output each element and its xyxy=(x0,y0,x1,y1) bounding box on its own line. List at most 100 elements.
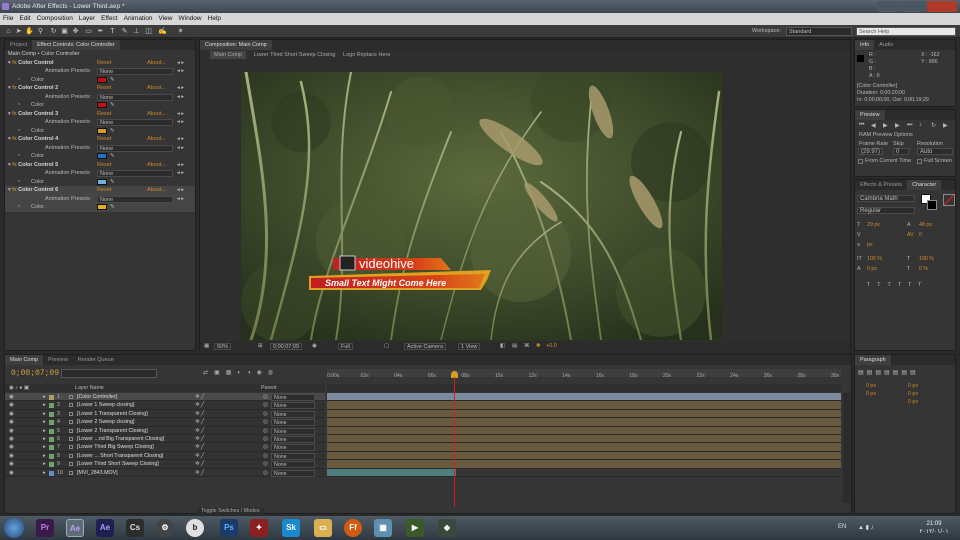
layer-name[interactable]: [Lower ...nd Big Transparent Closing] xyxy=(77,435,164,443)
layer-duration-bar[interactable] xyxy=(327,460,841,468)
expand-triangle-icon[interactable]: ▾ xyxy=(8,85,11,91)
play-icon[interactable]: ▶ xyxy=(883,122,888,129)
parent-select[interactable]: None xyxy=(271,419,315,427)
presets-select[interactable]: None xyxy=(97,119,173,126)
parent-select[interactable]: None xyxy=(271,410,315,418)
parent-pickwhip-icon[interactable]: ◎ xyxy=(263,435,268,443)
label-color-chip[interactable] xyxy=(49,436,54,442)
selection-tool-icon[interactable]: ➤ xyxy=(14,27,23,36)
resolution-select[interactable]: Full xyxy=(338,343,353,350)
layer-name[interactable]: [Lower 2 Sweep closing] xyxy=(77,418,134,426)
effect-reset-link[interactable]: Reset xyxy=(97,110,111,119)
menu-edit[interactable]: Edit xyxy=(16,13,33,25)
space-before-value[interactable]: 0 px xyxy=(908,390,918,398)
timeline-scrollbar[interactable] xyxy=(843,393,851,503)
parent-select[interactable]: None xyxy=(271,435,315,443)
effect-reset-link[interactable]: Reset xyxy=(97,135,111,144)
loop-icon[interactable]: ↻ xyxy=(931,122,936,129)
menu-window[interactable]: Window xyxy=(176,13,205,25)
snapshot-icon[interactable]: ◉ xyxy=(312,342,317,351)
fx-icon[interactable]: fx xyxy=(12,136,16,142)
eyedropper-icon[interactable]: ✎ xyxy=(110,127,115,136)
tab-main-comp[interactable]: Main Comp xyxy=(5,355,44,365)
visibility-eye-icon[interactable]: ◉ xyxy=(9,410,14,418)
layer-duration-bar[interactable] xyxy=(327,468,456,476)
nav-arrows-icon[interactable]: ◂ ▸ xyxy=(177,110,184,119)
layer-row[interactable]: ◉ ▸ 2 [Lower 1 Sweep closing] ✲ ╱ ◎ None xyxy=(5,401,325,410)
layer-name[interactable]: [Lower 2 Transparent Closing] xyxy=(77,427,148,435)
timeline-switches-icons[interactable]: ⇄▣▦◐◑◉◍ xyxy=(203,369,279,376)
firefox-taskbar-icon[interactable]: Ff xyxy=(344,519,362,537)
explorer-taskbar-icon[interactable]: ▭ xyxy=(314,519,332,537)
preset-nav-icon[interactable]: ◂ ▸ xyxy=(177,93,184,102)
eyedropper-icon[interactable]: ✎ xyxy=(110,178,115,187)
magnification-select[interactable]: 50% xyxy=(214,343,232,350)
effect-about-link[interactable]: About... xyxy=(147,161,166,170)
frame-rate-select[interactable]: (29.97) xyxy=(858,148,884,155)
layer-name-header[interactable]: Layer Name xyxy=(75,384,104,392)
time-ruler[interactable]: 0:00s 02s 04s 06s 08s 10s 12s 14s 16s 18s 20s 22s 24… xyxy=(327,373,841,383)
photoshop-taskbar-icon[interactable]: Ps xyxy=(220,519,238,537)
settings-taskbar-icon[interactable]: ⚙ xyxy=(156,519,174,537)
brush-tool-icon[interactable]: ✎ xyxy=(120,27,129,36)
layer-switches-icons[interactable]: ✲ ╱ xyxy=(195,427,204,435)
text-style-buttons[interactable]: TTTTTT xyxy=(857,280,955,290)
layer-switches-icons[interactable]: ✲ ╱ xyxy=(195,435,204,443)
prev-frame-icon[interactable]: ◀ xyxy=(871,122,876,129)
stopwatch-icon[interactable]: ◔ xyxy=(17,178,20,187)
preset-nav-icon[interactable]: ◂ ▸ xyxy=(177,195,184,204)
effect-about-link[interactable]: About... xyxy=(147,135,166,144)
indent-left-value[interactable]: 0 px xyxy=(866,382,876,390)
layer-row[interactable]: ◉ ▸ 1 [Color Controller] ✲ ╱ ◎ None xyxy=(5,393,325,402)
label-color-chip[interactable] xyxy=(49,470,54,476)
clone-stamp-tool-icon[interactable]: ⊥ xyxy=(132,27,141,36)
visibility-eye-icon[interactable]: ◉ xyxy=(9,443,14,451)
fx-icon[interactable]: fx xyxy=(12,187,16,193)
always-preview-icon[interactable]: ▦ xyxy=(204,342,209,351)
tab-audio[interactable]: Audio xyxy=(874,40,898,50)
composition-viewer[interactable]: videohive Small Text Might Come Here xyxy=(241,72,722,340)
type-tool-icon[interactable]: T xyxy=(108,27,117,36)
ram-preview-options[interactable]: RAM Preview Options xyxy=(855,131,955,140)
expand-triangle-icon[interactable]: ▾ xyxy=(8,162,11,168)
color-swatch[interactable] xyxy=(97,204,107,210)
timeline-timecode[interactable]: 0;00;07;09 xyxy=(11,369,59,378)
layer-row[interactable]: ◉ ▸ 10 [MVI_2843.MOV] ✲ ╱ ◎ None xyxy=(5,468,325,477)
layer-expand-icon[interactable]: ▸ xyxy=(43,460,46,468)
layer-name[interactable]: [Color Controller] xyxy=(77,393,117,401)
parent-select[interactable]: None xyxy=(271,394,315,401)
label-color-chip[interactable] xyxy=(49,428,54,434)
color-swatch[interactable] xyxy=(97,76,107,83)
layer-name[interactable]: [Lower ... Short Transparent Closing] xyxy=(77,452,163,460)
layer-row[interactable]: ◉ ▸ 8 [Lower ... Short Transparent Closi… xyxy=(5,451,325,461)
presets-select[interactable]: None xyxy=(97,195,173,203)
layer-row[interactable]: ◉ ▸ 9 [Lower Third Short Sweep Closing] … xyxy=(5,460,325,469)
leading-value[interactable]: 48 px xyxy=(919,220,932,230)
layer-switches-icons[interactable]: ✲ ╱ xyxy=(195,418,204,426)
menu-layer[interactable]: Layer xyxy=(76,13,98,25)
last-frame-icon[interactable]: ⏭ xyxy=(907,122,912,129)
layer-switches-icons[interactable]: ✲ ╱ xyxy=(195,393,204,401)
layer-duration-bar[interactable] xyxy=(327,409,841,418)
fast-previews-icon[interactable]: ◧ xyxy=(500,342,505,351)
layer-row[interactable]: ◉ ▸ 5 [Lower 2 Transparent Closing] ✲ ╱ … xyxy=(5,426,325,435)
preset-nav-icon[interactable]: ◂ ▸ xyxy=(177,67,184,76)
visibility-eye-icon[interactable]: ◉ xyxy=(9,401,14,409)
layer-duration-bar[interactable] xyxy=(327,434,841,443)
parent-pickwhip-icon[interactable]: ◎ xyxy=(263,418,268,426)
menu-effect[interactable]: Effect xyxy=(98,13,121,25)
tab-effects-presets[interactable]: Effects & Presets xyxy=(855,180,907,190)
parent-select[interactable]: None xyxy=(271,452,315,460)
layer-expand-icon[interactable]: ▸ xyxy=(43,418,46,426)
font-size-value[interactable]: 29 px xyxy=(867,220,880,230)
safe-margins-icon[interactable]: ⊞ xyxy=(258,342,263,351)
presets-select[interactable]: None xyxy=(97,170,173,177)
visibility-eye-icon[interactable]: ◉ xyxy=(9,393,14,401)
eyedropper-icon[interactable]: ✎ xyxy=(110,101,115,110)
region-of-interest-icon[interactable]: ▢ xyxy=(384,342,389,351)
label-color-chip[interactable] xyxy=(49,445,54,451)
fx-icon[interactable]: fx xyxy=(12,162,16,168)
color-swatch[interactable] xyxy=(97,153,107,159)
tab-character[interactable]: Character xyxy=(907,180,942,190)
exposure-value[interactable]: +0.0 xyxy=(546,342,557,351)
